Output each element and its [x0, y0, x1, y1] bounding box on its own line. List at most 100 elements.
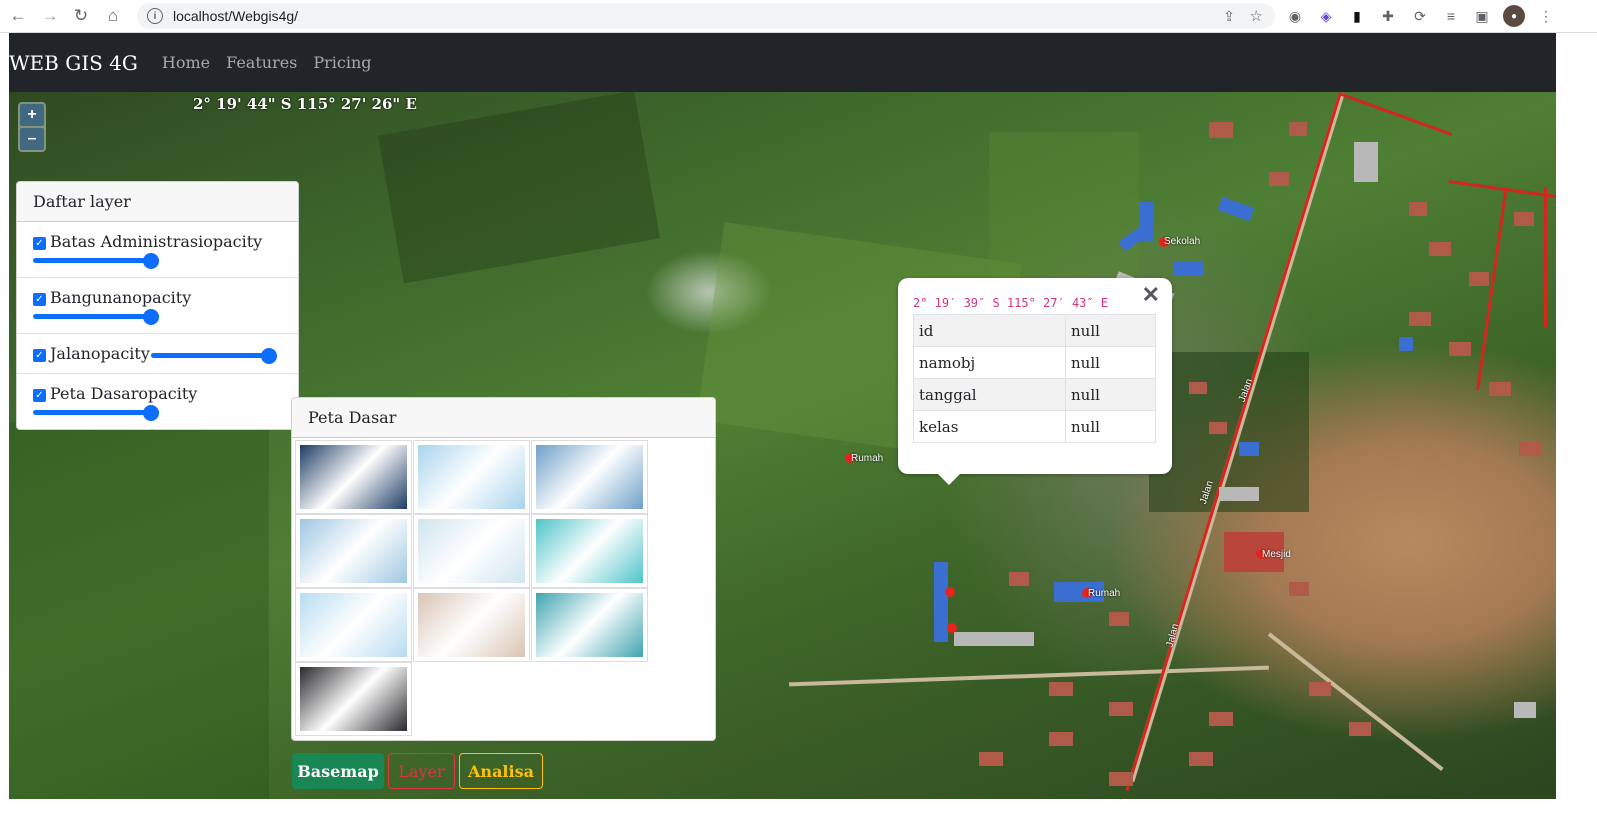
layer-label: Bangunanopacity — [50, 288, 192, 307]
basemap-option-terrain-light[interactable] — [413, 514, 530, 588]
back-icon[interactable]: ← — [3, 1, 33, 31]
basemap-option-ocean[interactable] — [531, 514, 648, 588]
building — [1049, 732, 1073, 746]
extension-shield-icon[interactable]: ◈ — [1315, 5, 1337, 27]
building — [1519, 442, 1541, 456]
slider-thumb[interactable] — [143, 253, 159, 269]
basemap-thumbnail — [536, 519, 643, 583]
layer-label: Peta Dasaropacity — [50, 384, 198, 403]
reload-icon[interactable]: ↻ — [66, 1, 96, 31]
basemap-option-light-street[interactable] — [413, 440, 530, 514]
basemap-thumbnail — [536, 445, 643, 509]
basemap-option-national-geographic[interactable] — [413, 588, 530, 662]
puzzle-icon[interactable]: ✚ — [1377, 5, 1399, 27]
table-row: kelas null — [913, 410, 1156, 443]
zoom-out-button[interactable]: – — [20, 128, 44, 150]
sync-icon[interactable]: ⟳ — [1409, 5, 1431, 27]
basemap-button[interactable]: Basemap — [292, 753, 384, 789]
slider-track — [33, 410, 159, 415]
building — [1399, 337, 1413, 351]
basemap-thumbnail — [418, 593, 525, 657]
marker-label: Mesjid — [1262, 549, 1291, 560]
more-menu-icon[interactable]: ⋮ — [1535, 5, 1557, 27]
opacity-slider[interactable] — [151, 348, 277, 364]
slider-thumb[interactable] — [261, 348, 277, 364]
building — [1209, 422, 1227, 434]
slider-track — [151, 353, 277, 358]
avatar[interactable]: ● — [1503, 5, 1525, 27]
attribute-key: kelas — [913, 410, 1066, 443]
basemap-thumbnail — [418, 519, 525, 583]
attribute-value: null — [1065, 378, 1156, 411]
close-icon[interactable]: ✕ — [1142, 282, 1160, 308]
layer-button[interactable]: Layer — [388, 753, 455, 789]
adblock-icon[interactable]: ◉ — [1284, 5, 1306, 27]
attribute-table: id null namobj null tanggal null kelas null — [913, 314, 1156, 443]
forward-icon[interactable]: → — [35, 1, 65, 31]
map-marker[interactable] — [945, 587, 955, 597]
brand[interactable]: WEB GIS 4G — [9, 51, 138, 75]
road — [789, 665, 1269, 687]
basemap-option-bathymetry[interactable] — [531, 588, 648, 662]
home-icon[interactable]: ⌂ — [98, 1, 128, 31]
slider-thumb[interactable] — [143, 405, 159, 421]
building — [934, 562, 948, 642]
layer-checkbox[interactable]: ✓ — [33, 389, 46, 402]
navbar: WEB GIS 4G Home Features Pricing — [9, 33, 1556, 92]
basemap-option-satellite-dark[interactable] — [295, 440, 412, 514]
opacity-slider[interactable] — [33, 253, 159, 269]
table-row: id null — [913, 314, 1156, 347]
road — [1267, 632, 1444, 772]
basemap-panel: Peta Dasar — [291, 397, 716, 741]
building — [1217, 196, 1255, 222]
basemap-option-dark-gray[interactable] — [295, 662, 412, 736]
nav-pricing[interactable]: Pricing — [313, 53, 371, 72]
site-info-icon[interactable]: i — [147, 8, 163, 24]
building — [1309, 682, 1331, 696]
zoom-in-button[interactable]: + — [20, 104, 44, 126]
layer-checkbox[interactable]: ✓ — [33, 349, 46, 362]
attribute-key: namobj — [913, 346, 1066, 379]
building — [954, 632, 1034, 646]
admin-boundary-line — [1476, 191, 1507, 391]
building — [1139, 202, 1153, 242]
building — [1269, 172, 1289, 186]
map-marker[interactable] — [947, 623, 957, 633]
basemap-option-light-gray[interactable] — [295, 588, 412, 662]
building — [1514, 702, 1536, 718]
building — [979, 752, 1003, 766]
table-row: namobj null — [913, 346, 1156, 379]
nav-features[interactable]: Features — [226, 53, 297, 72]
side-panel-icon[interactable]: ▣ — [1471, 5, 1493, 27]
opacity-slider[interactable] — [33, 309, 159, 325]
share-icon[interactable]: ⇪ — [1223, 8, 1235, 25]
attribute-value: null — [1065, 314, 1156, 347]
attribute-key: id — [913, 314, 1066, 347]
basemap-option-world-street[interactable] — [295, 514, 412, 588]
building — [1289, 582, 1309, 596]
marker-label: Rumah — [851, 453, 884, 464]
slider-thumb[interactable] — [143, 309, 159, 325]
basemap-option-topographic[interactable] — [531, 440, 648, 514]
layer-checkbox[interactable]: ✓ — [33, 293, 46, 306]
basemap-thumbnail — [300, 593, 407, 657]
bookmark-star-icon[interactable]: ☆ — [1250, 7, 1263, 25]
zoom-control: + – — [18, 102, 46, 152]
layer-checkbox[interactable]: ✓ — [33, 237, 46, 250]
building — [1514, 212, 1534, 226]
layer-label: Jalanopacity — [50, 344, 150, 363]
reading-list-icon[interactable]: ≡ — [1440, 5, 1462, 27]
building — [1189, 752, 1213, 766]
building — [1174, 262, 1204, 276]
address-bar[interactable]: i localhost/Webgis4g/ ⇪ ☆ — [137, 3, 1275, 29]
table-row: tanggal null — [913, 378, 1156, 411]
analisa-button[interactable]: Analisa — [459, 753, 543, 789]
building — [1209, 712, 1233, 726]
layer-list-panel: Daftar layer ✓ Batas Administrasiopacity … — [16, 181, 299, 430]
audio-wave-icon[interactable]: ▮ — [1346, 5, 1368, 27]
building — [1354, 142, 1378, 182]
nav-home[interactable]: Home — [162, 53, 210, 72]
opacity-slider[interactable] — [33, 405, 159, 421]
basemap-thumbnail — [300, 445, 407, 509]
attribute-value: null — [1065, 346, 1156, 379]
